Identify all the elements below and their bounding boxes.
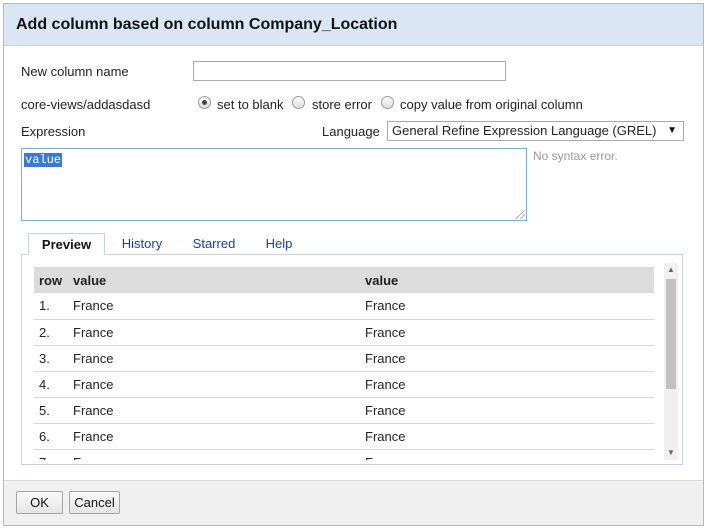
- scroll-down-icon[interactable]: ▼: [664, 446, 678, 460]
- original-value-cell: France: [68, 371, 360, 398]
- row-number: 3.: [34, 345, 68, 372]
- tab-preview[interactable]: Preview: [28, 233, 105, 255]
- new-column-name-input[interactable]: [193, 61, 506, 81]
- cancel-button[interactable]: Cancel: [69, 491, 120, 514]
- column-header-new-value: value: [360, 267, 654, 293]
- new-value-cell: France: [360, 345, 654, 372]
- tab-history[interactable]: History: [116, 233, 168, 255]
- dialog-title: Add column based on column Company_Locat…: [4, 4, 703, 46]
- new-value-cell: France: [360, 397, 654, 424]
- syntax-status: No syntax error.: [533, 149, 618, 163]
- original-value-cell: France: [68, 423, 360, 450]
- table-row: 5. France France: [34, 397, 654, 424]
- preview-table-wrapper[interactable]: row value value 1. France France 2. Fran…: [34, 267, 654, 460]
- table-row: 7. France France: [34, 449, 654, 460]
- scrollbar-thumb[interactable]: [666, 279, 676, 389]
- resize-grip-icon[interactable]: [516, 210, 525, 219]
- table-row: 6. France France: [34, 423, 654, 450]
- table-row: 4. France France: [34, 371, 654, 398]
- scroll-up-icon[interactable]: ▲: [664, 263, 678, 277]
- expression-textarea[interactable]: value: [21, 148, 527, 221]
- new-value-cell: France: [360, 319, 654, 346]
- on-error-label: core-views/addasdasd: [21, 97, 151, 112]
- expression-label: Expression: [21, 124, 86, 139]
- table-header-row: row value value: [34, 267, 654, 293]
- table-row: 1. France France: [34, 293, 654, 320]
- store-error-label[interactable]: store error: [312, 97, 372, 112]
- new-value-cell: France: [360, 293, 654, 320]
- ok-button[interactable]: OK: [16, 491, 63, 514]
- expression-text: value: [24, 153, 63, 167]
- row-number: 5.: [34, 397, 68, 424]
- original-value-cell: France: [68, 319, 360, 346]
- language-label: Language: [322, 124, 380, 139]
- table-row: 2. France France: [34, 319, 654, 346]
- set-to-blank-label[interactable]: set to blank: [217, 97, 284, 112]
- column-header-row: row: [34, 267, 68, 293]
- preview-panel: row value value 1. France France 2. Fran…: [21, 254, 683, 465]
- row-number: 7.: [34, 449, 68, 460]
- row-number: 4.: [34, 371, 68, 398]
- row-number: 2.: [34, 319, 68, 346]
- row-number: 1.: [34, 293, 68, 320]
- language-select-value: General Refine Expression Language (GREL…: [392, 123, 657, 138]
- chevron-down-icon: ▼: [667, 125, 677, 136]
- original-value-cell: France: [68, 397, 360, 424]
- table-row: 3. France France: [34, 345, 654, 372]
- column-header-value: value: [68, 267, 360, 293]
- add-column-dialog: Add column based on column Company_Locat…: [3, 3, 704, 526]
- copy-value-label[interactable]: copy value from original column: [400, 97, 583, 112]
- new-value-cell: France: [360, 423, 654, 450]
- preview-table: row value value 1. France France 2. Fran…: [34, 267, 654, 460]
- set-to-blank-radio[interactable]: [198, 96, 211, 109]
- original-value-cell: France: [68, 345, 360, 372]
- dialog-footer: OK Cancel: [4, 480, 703, 525]
- copy-value-radio[interactable]: [381, 96, 394, 109]
- language-select[interactable]: General Refine Expression Language (GREL…: [387, 121, 684, 141]
- new-column-name-label: New column name: [21, 64, 129, 79]
- original-value-cell: France: [68, 293, 360, 320]
- preview-scrollbar[interactable]: ▲ ▼: [664, 263, 678, 460]
- tab-help[interactable]: Help: [259, 233, 299, 255]
- new-value-cell: France: [360, 449, 654, 460]
- new-value-cell: France: [360, 371, 654, 398]
- row-number: 6.: [34, 423, 68, 450]
- tab-starred[interactable]: Starred: [187, 233, 241, 255]
- store-error-radio[interactable]: [292, 96, 305, 109]
- original-value-cell: France: [68, 449, 360, 460]
